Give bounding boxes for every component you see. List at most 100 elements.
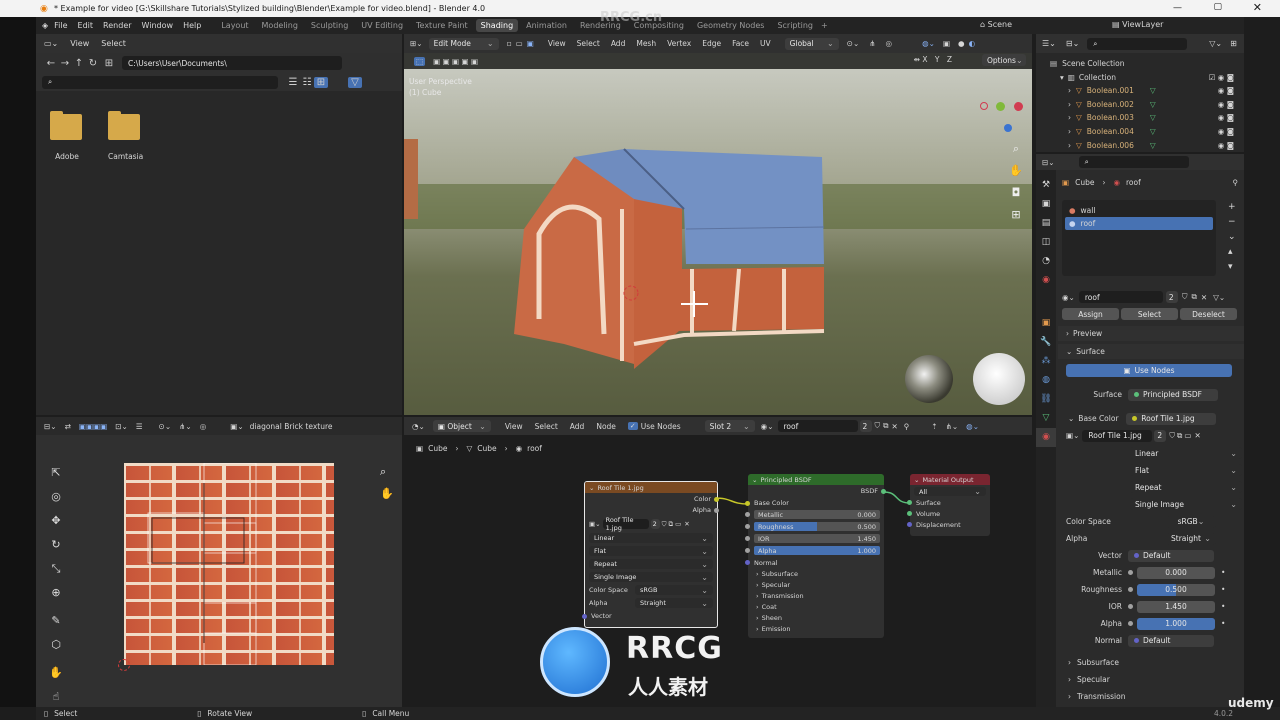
bsdf-slider[interactable]: Roughness 0.500 (754, 522, 880, 531)
input-socket[interactable] (745, 536, 750, 541)
material-tab-icon[interactable]: ◉ (1036, 428, 1056, 447)
tab-sculpting[interactable]: Sculpting (311, 21, 348, 30)
cursor-circle-icon[interactable]: ◎ (46, 485, 66, 509)
view-layer-tab-icon[interactable]: ◫ (1036, 233, 1056, 252)
zoom-icon[interactable]: ⌕ (380, 461, 394, 483)
new-folder-icon[interactable]: ⊞ (100, 58, 118, 69)
link-mode-icon[interactable]: ▽⌄ (1213, 293, 1225, 302)
constraints-tab-icon[interactable]: ⛓ (1036, 390, 1056, 409)
editor-type-icon[interactable]: ⊞⌄ (410, 39, 423, 48)
grid-ortho-icon[interactable]: ⊞ (1008, 204, 1024, 226)
outliner-editor-icon[interactable]: ☰⌄ (1042, 39, 1056, 48)
select-box-icon[interactable]: ⬚ (414, 56, 426, 66)
visibility-icons[interactable]: ☑ ◉ ◙ (1209, 71, 1234, 85)
scene-selector[interactable]: ⌂ Scene (980, 20, 1012, 29)
rip-tool-icon[interactable]: ⬡ (46, 633, 66, 657)
material-output-node[interactable]: ⌄Material Output All Surface Volume Disp… (907, 474, 990, 536)
visibility-icons[interactable]: ◉ ◙ (1218, 111, 1234, 125)
bsdf-panel-subsurface[interactable]: › Subsurface (748, 568, 884, 579)
tab-animation[interactable]: Animation (526, 21, 567, 30)
projection-dropdown[interactable]: Flat (1130, 464, 1242, 476)
visibility-icons[interactable]: ◉ ◙ (1218, 84, 1234, 98)
bsdf-field-roughness[interactable]: Roughness 0.500 (745, 521, 884, 532)
back-icon[interactable]: ← (44, 58, 58, 69)
image-node-name[interactable]: Roof Tile 1.jpg (602, 516, 649, 532)
filter-icon[interactable]: ▽⌄ (1209, 39, 1222, 48)
alpha-slider[interactable]: 1.000 (1137, 617, 1215, 630)
editor-type-icon[interactable]: ⊟⌄ (44, 422, 57, 431)
material-slot-roof[interactable]: ● roof (1065, 217, 1213, 230)
input-socket[interactable] (745, 548, 750, 553)
material-browse-icon[interactable]: ◉⌄ (1062, 293, 1075, 302)
pivot-icon[interactable]: ⊙⌄ (847, 39, 860, 48)
uv-image-name[interactable]: diagonal Brick texture (250, 422, 333, 431)
node-projection-dropdown[interactable]: Flat (589, 546, 713, 556)
node-alpha-dropdown[interactable]: Straight (635, 598, 713, 608)
menu-render[interactable]: Render (103, 21, 131, 30)
fb-menu-select[interactable]: Select (101, 39, 126, 48)
mode-selector[interactable]: Edit Mode (428, 37, 499, 50)
bsdf-panel-emission[interactable]: › Emission (748, 623, 884, 634)
vertex-select-icon[interactable]: ▫ (507, 39, 512, 48)
fake-user-icon[interactable]: ⛉ (1169, 431, 1175, 441)
face-select-icon[interactable]: ▣ (527, 39, 534, 48)
close-button[interactable]: ✕ (1253, 1, 1262, 14)
proportional-icon[interactable]: ◎ (886, 39, 893, 48)
modifier-tab-icon[interactable]: 🔧 (1036, 333, 1056, 352)
gizmo-z-axis[interactable] (1004, 124, 1012, 132)
path-field[interactable]: C:\Users\User\Documents\ (122, 56, 342, 70)
options-dropdown[interactable]: Options (982, 54, 1026, 66)
source-dropdown[interactable]: Single Image (1130, 498, 1242, 510)
bsdf-panel-transmission[interactable]: › Transmission (748, 590, 884, 601)
vp-menu-vertex[interactable]: Vertex (667, 39, 691, 48)
output-tab-icon[interactable]: ▤ (1036, 214, 1056, 233)
menu-window[interactable]: Window (142, 21, 174, 30)
tab-geometry-nodes[interactable]: Geometry Nodes (697, 21, 764, 30)
fb-menu-view[interactable]: View (70, 39, 89, 48)
bsdf-field-metallic[interactable]: Metallic 0.000 (745, 509, 884, 520)
edge-select-icon[interactable]: ▭ (516, 39, 523, 48)
duplicate-icon[interactable]: ⧉ (1177, 431, 1182, 441)
image-texture-node[interactable]: ⌄ Roof Tile 1.jpg Color Alpha ▣⌄ Roof Til… (582, 481, 719, 628)
tab-scripting[interactable]: Scripting (777, 21, 813, 30)
list-view-icon[interactable]: ☰ (286, 77, 300, 88)
folder-item-camtasia[interactable]: Camtasia (108, 111, 143, 161)
properties-editor-icon[interactable]: ⊟⌄ (1042, 158, 1055, 167)
bsdf-panel-sheen[interactable]: › Sheen (748, 612, 884, 623)
physics-tab-icon[interactable]: ◍ (1036, 371, 1056, 390)
bsdf-slider[interactable]: IOR 1.450 (754, 534, 880, 543)
menu-edit[interactable]: Edit (78, 21, 94, 30)
bsdf-field-ior[interactable]: IOR 1.450 (745, 533, 884, 544)
sync-selection-icon[interactable]: ⇄ (65, 422, 71, 431)
snap-icon[interactable]: ⋔ (869, 39, 875, 48)
gizmo-y-axis[interactable] (996, 102, 1005, 111)
render-tab-icon[interactable]: ▣ (1036, 195, 1056, 214)
overlay-icon[interactable]: ◍⌄ (922, 39, 935, 48)
unlink-icon[interactable]: ✕ (1201, 293, 1207, 302)
select-mode-icons[interactable]: ▣ ▣ ▣ ▣ ▣ (433, 57, 478, 66)
specular-subpanel[interactable]: › Specular (1058, 673, 1244, 686)
object-tab-icon[interactable]: ▣ (1036, 314, 1056, 333)
output-target-dropdown[interactable]: All (914, 487, 986, 496)
tab-modeling[interactable]: Modeling (262, 21, 298, 30)
minimize-button[interactable]: — (1173, 3, 1182, 13)
move-up-icon[interactable]: ▴ (1228, 245, 1236, 260)
editor-type-icon[interactable]: ▭⌄ (44, 39, 58, 48)
unlink-icon[interactable]: ✕ (1194, 431, 1200, 440)
bsdf-slider[interactable]: Metallic 0.000 (754, 510, 880, 519)
filter-icon[interactable]: ▽ (348, 76, 362, 88)
sticky-mode-icon[interactable]: ⊡⌄ (115, 422, 128, 431)
parent-dir-icon[interactable]: ↑ (72, 58, 86, 69)
maximize-button[interactable]: ▢ (1213, 2, 1222, 12)
duplicate-icon[interactable]: ⧉ (1191, 292, 1196, 302)
image-browse-icon[interactable]: ▣⌄ (230, 422, 243, 431)
menu-help[interactable]: Help (183, 21, 201, 30)
node-color-space-dropdown[interactable]: sRGB (635, 585, 713, 595)
outliner-item[interactable]: › ▽ Boolean.003 ▽ ◉ ◙ (1050, 111, 1244, 125)
cursor-tool-icon[interactable]: ⇱ (46, 461, 66, 485)
normal-field[interactable]: Default (1128, 634, 1214, 647)
scale-tool-icon[interactable]: ⤡ (46, 557, 66, 581)
material-name-field[interactable]: roof (1078, 291, 1163, 303)
data-tab-icon[interactable]: ▽ (1036, 409, 1056, 428)
xray-icon[interactable]: ▣ (943, 39, 950, 48)
